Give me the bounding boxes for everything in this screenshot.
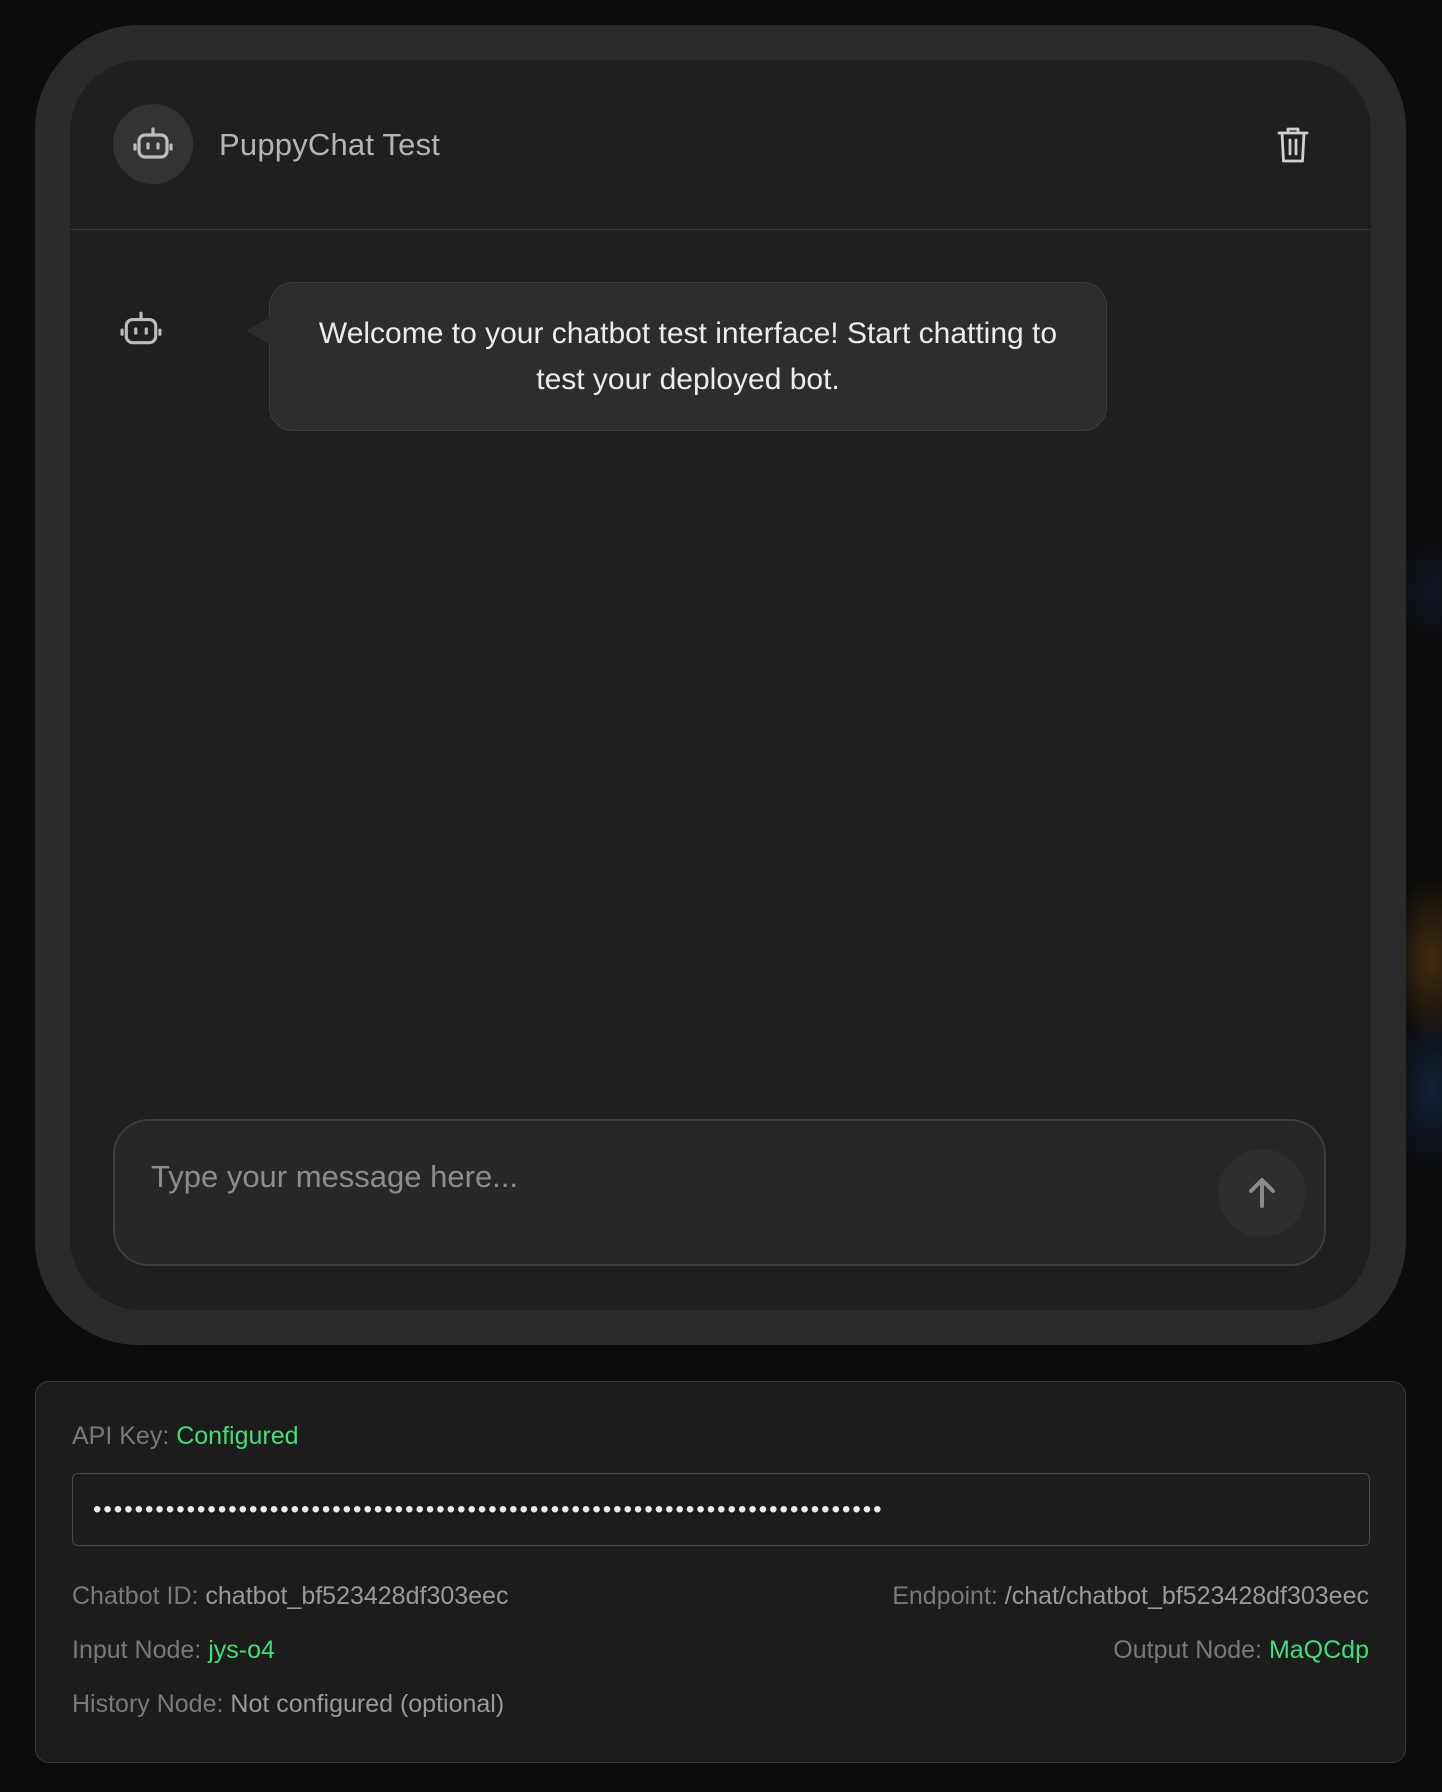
endpoint-row: Endpoint: /chat/chatbot_bf523428df303eec	[892, 1582, 1369, 1611]
trash-icon	[1277, 127, 1309, 163]
endpoint-label: Endpoint:	[892, 1582, 998, 1610]
bot-message-text: Welcome to your chatbot test interface! …	[318, 316, 1058, 396]
chat-header: PuppyChat Test	[70, 60, 1371, 230]
output-node-row: Output Node: MaQCdp	[1113, 1636, 1369, 1665]
chatbot-id-row: Chatbot ID: chatbot_bf523428df303eec	[72, 1582, 508, 1611]
input-node-label: Input Node:	[72, 1636, 202, 1664]
message-composer	[113, 1119, 1326, 1266]
output-node-value: MaQCdp	[1268, 1636, 1369, 1664]
input-node-row: Input Node: jys-o4	[72, 1636, 275, 1665]
send-button[interactable]	[1218, 1149, 1306, 1237]
bot-message-bubble: Welcome to your chatbot test interface! …	[246, 282, 1107, 431]
chat-title: PuppyChat Test	[219, 127, 441, 162]
deployment-info-panel: API Key: Configured ••••••••••••••••••••…	[35, 1381, 1406, 1763]
robot-icon	[133, 127, 173, 159]
bot-avatar	[113, 104, 193, 184]
robot-icon	[120, 311, 162, 345]
api-key-row: API Key: Configured	[72, 1422, 299, 1451]
history-node-value: Not configured (optional)	[230, 1690, 505, 1718]
message-input[interactable]	[151, 1159, 1151, 1229]
chatbot-id-value: chatbot_bf523428df303eec	[205, 1582, 509, 1610]
api-key-status: Configured	[176, 1422, 299, 1450]
output-node-label: Output Node:	[1113, 1636, 1262, 1664]
history-node-row: History Node: Not configured (optional)	[72, 1690, 504, 1719]
endpoint-value: /chat/chatbot_bf523428df303eec	[1004, 1582, 1369, 1610]
history-node-label: History Node:	[72, 1690, 224, 1718]
chat-panel: PuppyChat Test Welcome to your chatbot t…	[70, 60, 1371, 1310]
api-key-label: API Key:	[72, 1422, 170, 1450]
api-key-field[interactable]: ••••••••••••••••••••••••••••••••••••••••…	[72, 1473, 1370, 1546]
message-avatar	[120, 310, 164, 354]
chat-window: PuppyChat Test Welcome to your chatbot t…	[35, 25, 1406, 1345]
clear-chat-button[interactable]	[1273, 123, 1313, 167]
input-node-value: jys-o4	[208, 1636, 275, 1664]
arrow-up-icon	[1249, 1178, 1275, 1208]
chatbot-id-label: Chatbot ID:	[72, 1582, 199, 1610]
